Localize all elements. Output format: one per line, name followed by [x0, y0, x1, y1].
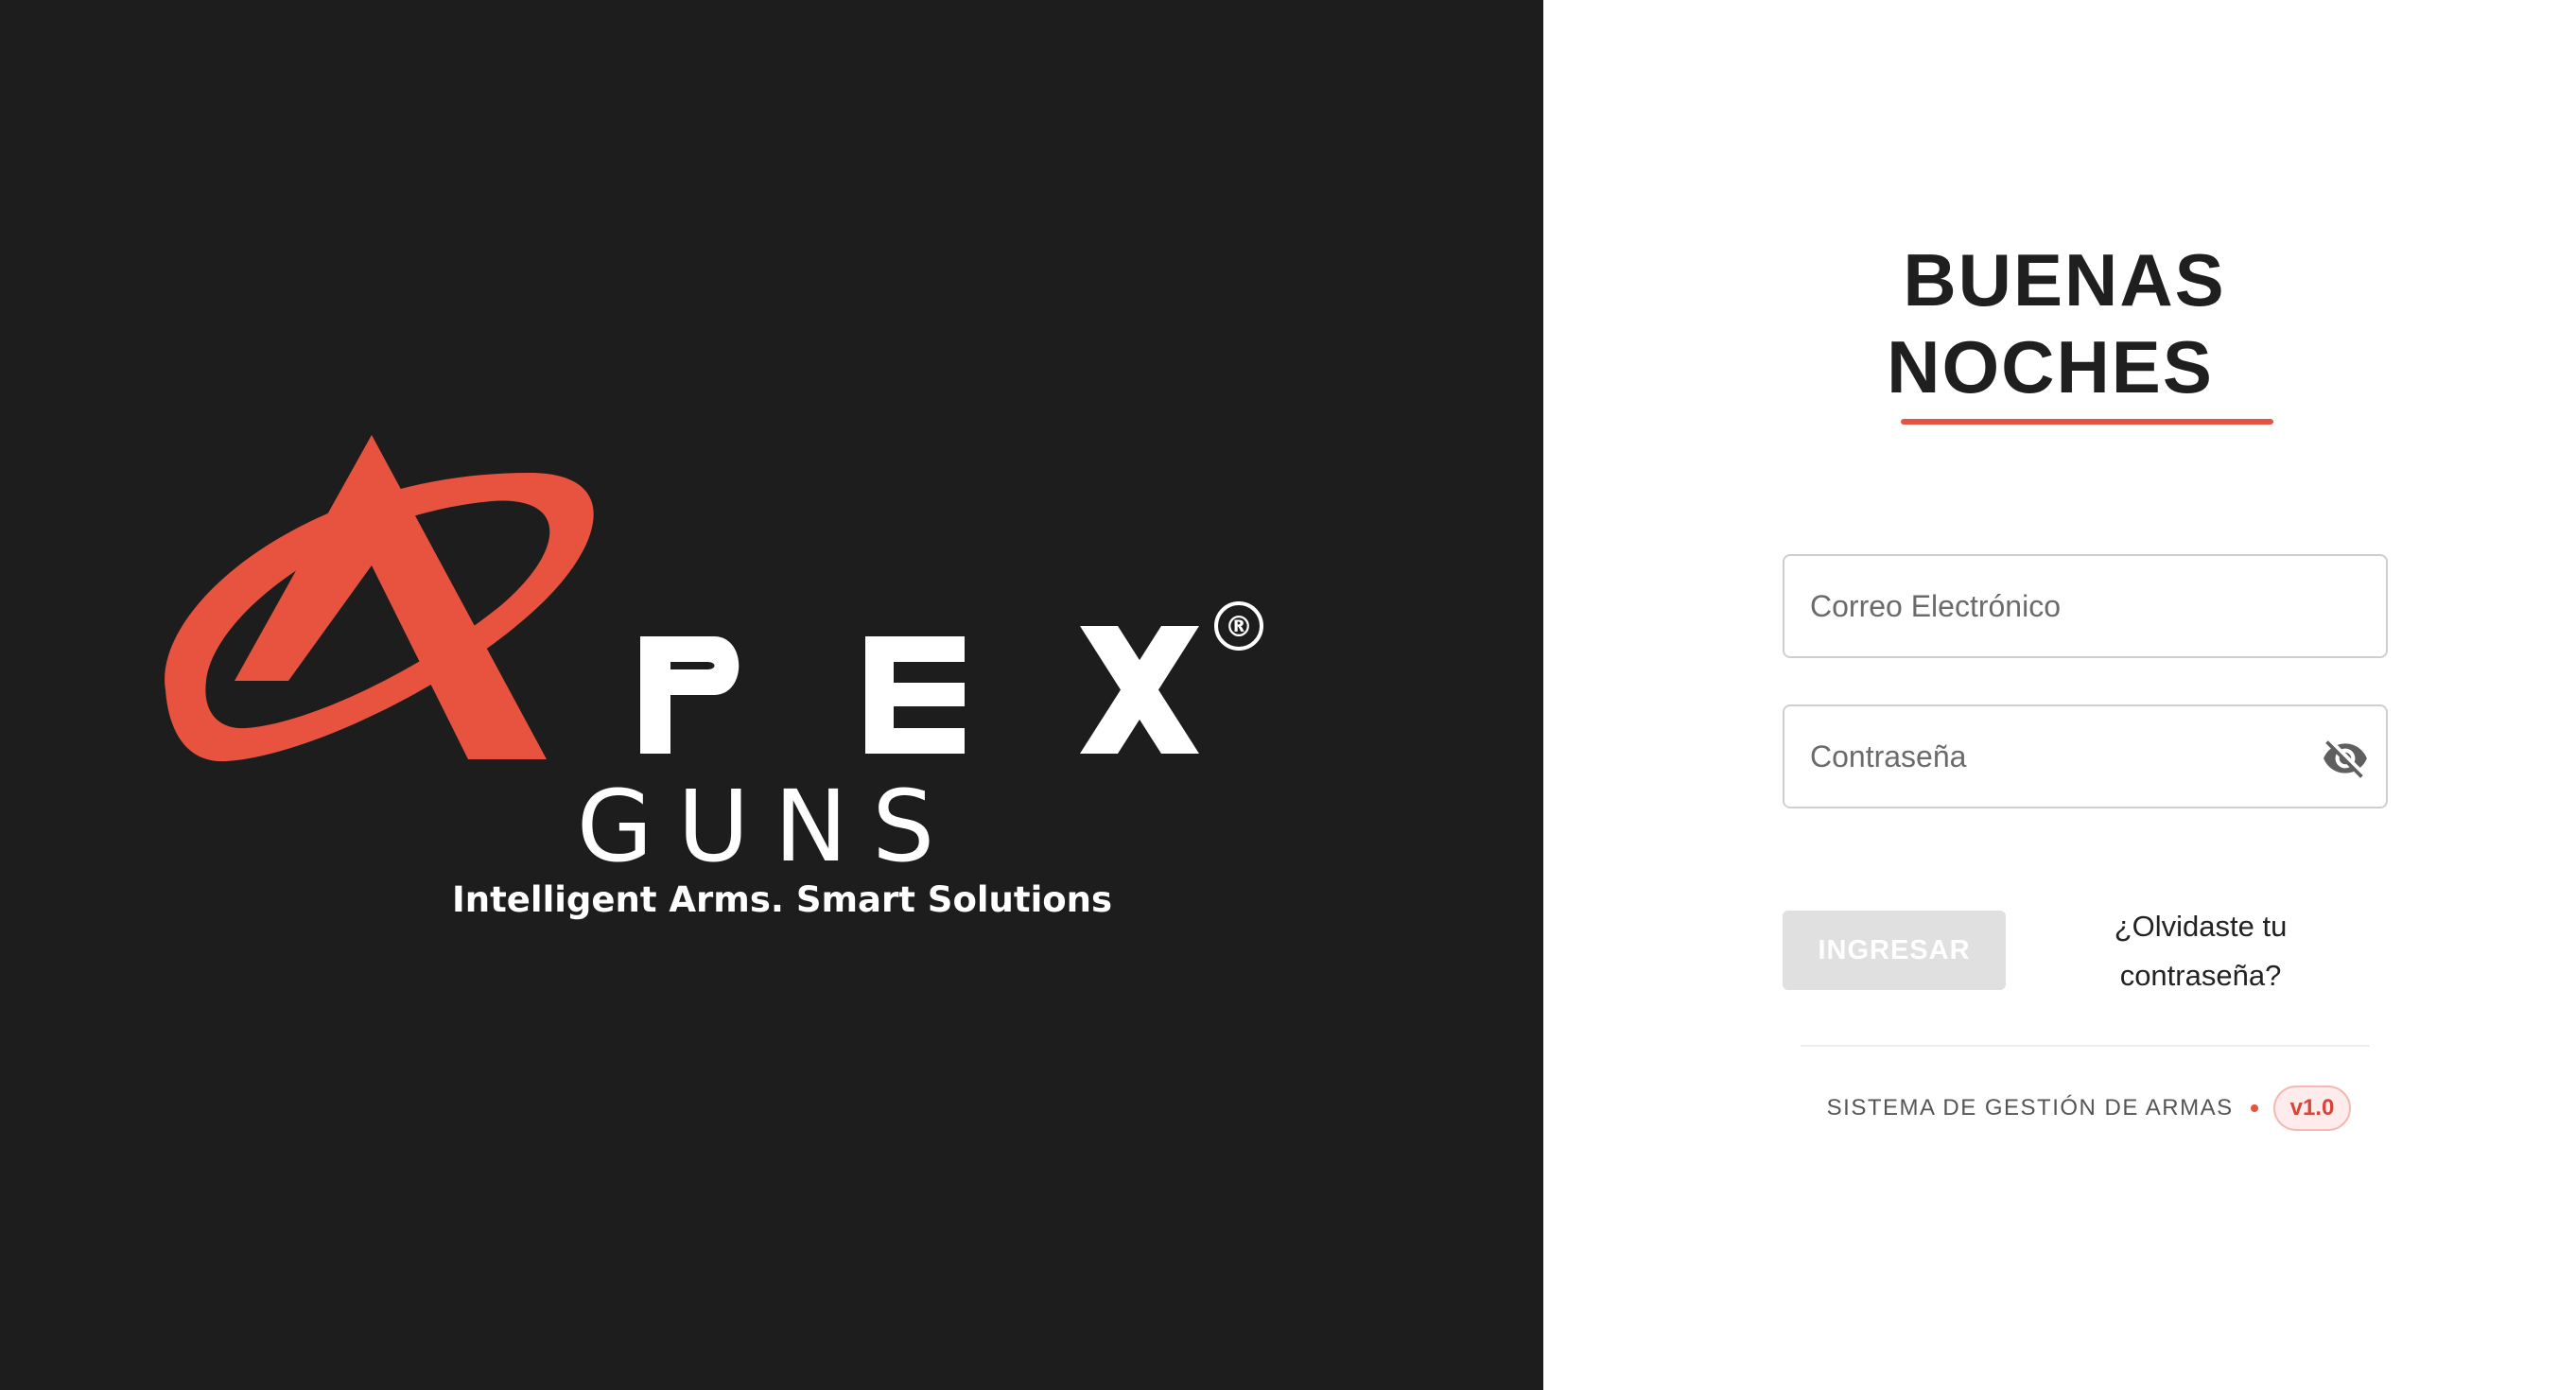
forgot-password-line-1: ¿Olvidaste tu: [2114, 910, 2288, 943]
footer: SISTEMA DE GESTIÓN DE ARMAS v1.0: [1543, 1084, 2576, 1133]
login-panel: BUENAS NOCHES INGRESAR ¿Olvidaste tu con…: [1543, 0, 2576, 1390]
brand-tagline: Intelligent Arms. Smart Solutions: [452, 879, 1113, 920]
logo-subtext: GUNS: [577, 769, 960, 884]
system-name: SISTEMA DE GESTIÓN DE ARMAS: [1826, 1095, 2234, 1121]
version-badge: v1.0: [2272, 1086, 2352, 1131]
password-field[interactable]: [1783, 704, 2388, 808]
footer-divider: [1801, 1045, 2370, 1047]
forgot-password-link[interactable]: ¿Olvidaste tu contraseña?: [2078, 902, 2324, 1000]
login-button[interactable]: INGRESAR: [1783, 911, 2006, 990]
logo-orbit-ring: [165, 473, 594, 762]
greeting-line-1: BUENAS: [1903, 238, 2226, 321]
apex-guns-logo: ® GUNS: [165, 435, 1263, 884]
greeting-line-2: NOCHES: [1887, 325, 2214, 408]
greeting-heading: BUENAS NOCHES: [1543, 236, 2576, 410]
logo-letter-e: [865, 636, 965, 754]
separator-dot: [2250, 1104, 2258, 1112]
brand-panel: ® GUNS Intelligent Arms. Smart Solutions: [0, 0, 1543, 1390]
forgot-password-line-2: contraseña?: [2119, 959, 2282, 992]
eye-off-icon[interactable]: [2322, 735, 2369, 782]
greeting-underline: [1901, 419, 2273, 425]
login-page: ® GUNS Intelligent Arms. Smart Solutions…: [0, 0, 2576, 1390]
password-input[interactable]: [1784, 706, 2386, 807]
email-input[interactable]: [1784, 556, 2386, 656]
logo-letter-p: [640, 636, 740, 754]
email-field[interactable]: [1783, 554, 2388, 658]
registered-mark-text: ®: [1225, 611, 1253, 644]
logo-letter-x: [1080, 626, 1199, 754]
